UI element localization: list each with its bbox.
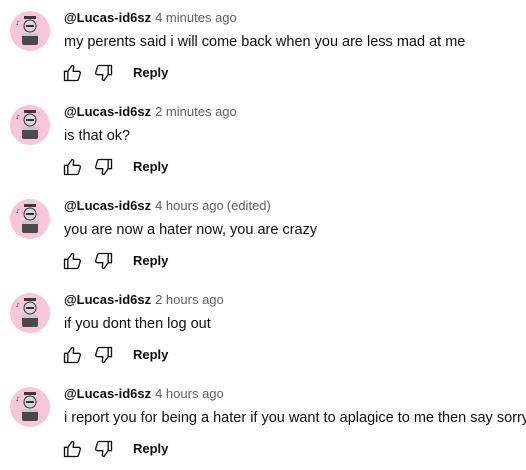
comment-time[interactable]: 2 minutes ago — [155, 104, 237, 119]
like-button[interactable] — [60, 61, 84, 85]
thumbs-up-icon — [63, 158, 82, 176]
comment-actions: Reply — [60, 249, 168, 273]
like-button[interactable] — [60, 343, 84, 367]
comment-header: @Lucas-id6sz 4 hours ago — [64, 385, 227, 403]
author-name[interactable]: @Lucas-id6sz — [64, 10, 151, 25]
comment-actions: Reply — [60, 437, 168, 461]
like-button[interactable] — [60, 437, 84, 461]
dislike-button[interactable] — [92, 249, 116, 273]
reply-button[interactable]: Reply — [133, 343, 168, 367]
avatar-character-icon: ♪ — [16, 204, 38, 233]
avatar[interactable]: ♪ — [10, 293, 50, 333]
comment-text: if you dont then log out — [64, 316, 211, 332]
comment-actions: Reply — [60, 343, 168, 367]
thumbs-down-icon — [95, 64, 113, 82]
svg-text:♪: ♪ — [16, 20, 20, 27]
comment-time[interactable]: 4 hours ago — [155, 386, 224, 401]
reply-button[interactable]: Reply — [133, 437, 168, 461]
comment-item: ♪ @Lucas-id6sz 4 hours ago (edited) you ar… — [0, 188, 526, 282]
comment-text: my perents said i will come back when yo… — [64, 34, 466, 50]
comment-time[interactable]: 4 minutes ago — [155, 10, 237, 25]
avatar[interactable]: ♪ — [10, 11, 50, 51]
comment-header: @Lucas-id6sz 2 minutes ago — [64, 103, 240, 121]
avatar-character-icon: ♪ — [16, 298, 38, 327]
like-button[interactable] — [60, 249, 84, 273]
svg-text:♪: ♪ — [16, 396, 20, 403]
thumbs-up-icon — [63, 440, 82, 458]
dislike-button[interactable] — [92, 437, 116, 461]
comment-header: @Lucas-id6sz 2 hours ago — [64, 291, 227, 309]
avatar-character-icon: ♪ — [16, 392, 38, 421]
author-name[interactable]: @Lucas-id6sz — [64, 104, 151, 119]
comment-list: ♪ @Lucas-id6sz 4 minutes ago my perents s… — [0, 0, 526, 467]
dislike-button[interactable] — [92, 61, 116, 85]
edited-tag: (edited) — [226, 198, 271, 213]
comment-text: you are now a hater now, you are crazy — [64, 222, 318, 238]
svg-text:♪: ♪ — [16, 208, 20, 215]
thumbs-down-icon — [95, 158, 113, 176]
thumbs-up-icon — [63, 346, 82, 364]
reply-button[interactable]: Reply — [133, 155, 168, 179]
avatar-character-icon: ♪ — [16, 110, 38, 139]
comment-actions: Reply — [60, 61, 168, 85]
avatar-character-icon: ♪ — [16, 16, 38, 45]
thumbs-down-icon — [95, 440, 113, 458]
thumbs-up-icon — [63, 252, 82, 270]
comment-item: ♪ @Lucas-id6sz 2 minutes ago is that ok? … — [0, 94, 526, 188]
dislike-button[interactable] — [92, 343, 116, 367]
author-name[interactable]: @Lucas-id6sz — [64, 198, 151, 213]
comment-item: ♪ @Lucas-id6sz 4 minutes ago my perents s… — [0, 0, 526, 94]
comment-actions: Reply — [60, 155, 168, 179]
reply-button[interactable]: Reply — [133, 61, 168, 85]
svg-text:♪: ♪ — [16, 302, 20, 309]
avatar[interactable]: ♪ — [10, 199, 50, 239]
comment-text: i report you for being a hater if you wa… — [64, 410, 526, 426]
comment-item: ♪ @Lucas-id6sz 2 hours ago if you dont th… — [0, 282, 526, 376]
thumbs-down-icon — [95, 346, 113, 364]
svg-text:♪: ♪ — [16, 114, 20, 121]
thumbs-down-icon — [95, 252, 113, 270]
like-button[interactable] — [60, 155, 84, 179]
thumbs-up-icon — [63, 64, 82, 82]
comment-text: is that ok? — [64, 128, 131, 144]
comment-time[interactable]: 2 hours ago — [155, 292, 224, 307]
comment-header: @Lucas-id6sz 4 minutes ago — [64, 9, 240, 27]
comment-time[interactable]: 4 hours ago — [155, 198, 224, 213]
dislike-button[interactable] — [92, 155, 116, 179]
author-name[interactable]: @Lucas-id6sz — [64, 386, 151, 401]
comment-header: @Lucas-id6sz 4 hours ago (edited) — [64, 197, 271, 215]
avatar[interactable]: ♪ — [10, 105, 50, 145]
avatar[interactable]: ♪ — [10, 387, 50, 427]
comment-item: ♪ @Lucas-id6sz 4 hours ago i report you f… — [0, 376, 526, 470]
reply-button[interactable]: Reply — [133, 249, 168, 273]
author-name[interactable]: @Lucas-id6sz — [64, 292, 151, 307]
